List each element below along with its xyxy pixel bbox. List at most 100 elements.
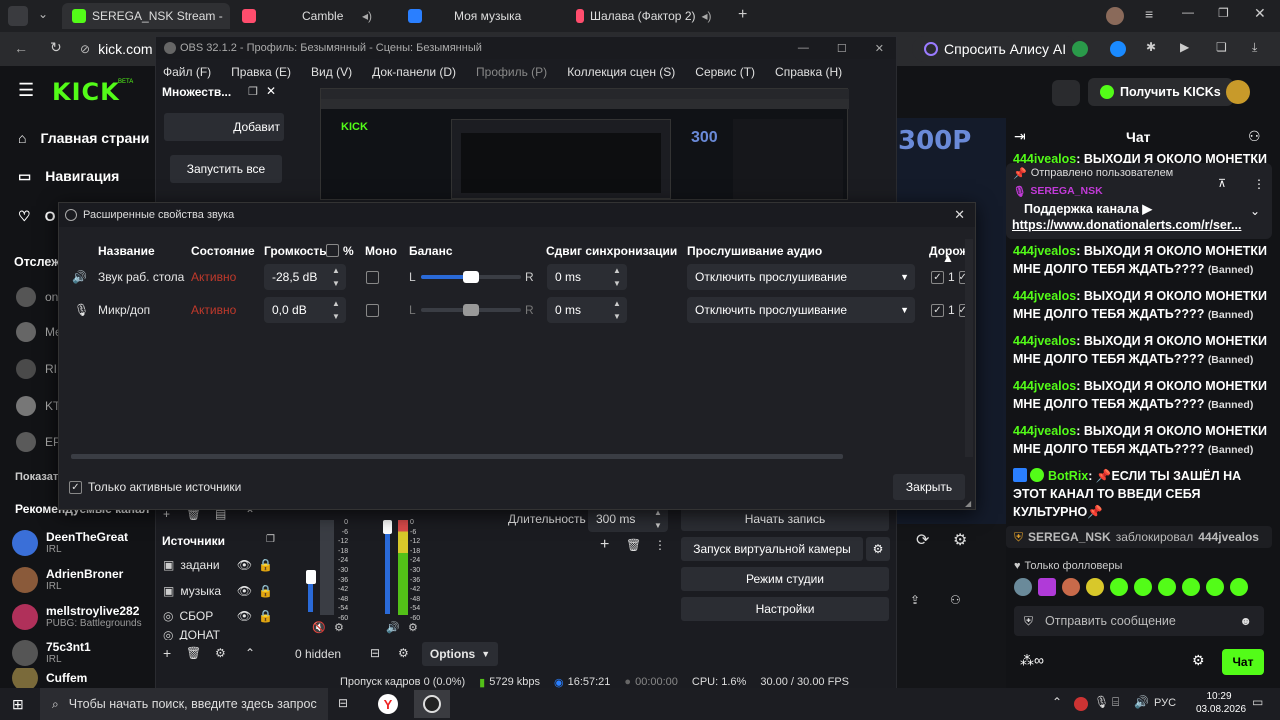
browser-menu-icon[interactable] [8,6,28,26]
taskbar-search[interactable]: ⌕ Чтобы начать поиск, введите здесь запр… [40,688,328,720]
track-1-toggle[interactable]: ✓ 1 ✓ [931,264,967,290]
obs-preview[interactable]: KICK 300 [320,88,849,200]
followed-channel-row[interactable] [16,359,36,379]
dock-float-icon[interactable]: ❐ [248,85,258,98]
dock-close-icon[interactable]: ✕ [266,84,276,98]
sidebar-item-home[interactable]: ⌂ Главная страни [0,118,160,158]
kick-logo[interactable]: KICK [52,78,120,106]
start-recording-button[interactable]: Начать запись [681,507,889,531]
recommended-channel[interactable]: DeenTheGreat IRL [12,524,162,562]
pinned-more-icon[interactable]: ⋮ [1253,177,1265,191]
emote-icon[interactable] [1158,578,1176,596]
chat-username[interactable]: BotRix [1048,469,1088,483]
resize-grip-icon[interactable]: ◢ [965,499,971,508]
spin-arrows-icon[interactable]: ▲ ▼ [607,264,627,290]
source-item[interactable]: ▣ задани 👁 🔒 [163,553,273,577]
balance-slider[interactable] [421,271,521,283]
menu-docks[interactable]: Док-панели (D) [372,65,456,79]
visibility-eye-icon[interactable]: 👁 [237,558,252,572]
tab-kick-stream[interactable]: SEREGA_NSK Stream - [62,3,230,29]
source-add-icon[interactable]: + [163,645,171,661]
multiview-add-button[interactable]: Добавит [164,113,284,141]
chat-extras-icon[interactable]: ⁂∞ [1020,652,1044,669]
mono-checkbox[interactable] [366,271,379,284]
recommended-channel[interactable]: AdrienBroner IRL [12,561,162,599]
chat-username[interactable]: 444jvealos [1013,334,1076,348]
horizontal-scrollbar[interactable] [71,454,843,459]
clip-icon[interactable]: ⟳ [916,530,929,550]
tray-mic-icon[interactable]: 🎙 [1094,695,1109,709]
only-active-row[interactable]: ✓ Только активные источники [69,480,241,494]
media-icon[interactable]: ▶ [1180,40,1189,54]
sync-offset-spinbox[interactable]: 0 ms ▲ ▼ [547,297,627,323]
dialog-close-icon[interactable]: ✕ [954,207,965,223]
sidebar-item-browse[interactable]: ▭ Навигация [0,156,160,196]
mixer-channel-settings-icon[interactable]: ⚙ [408,621,418,634]
monitoring-dropdown[interactable]: Отключить прослушивание ▼ [687,264,915,290]
alice-button[interactable]: Спросить Алису AI [912,36,1079,62]
vertical-scrollbar[interactable] [965,239,973,457]
profile-avatar[interactable] [1106,7,1124,25]
tab-cambl[interactable]: Camble ◂) [232,3,382,29]
balance-slider[interactable] [421,304,521,316]
emote-icon[interactable] [1038,578,1056,596]
visibility-eye-icon[interactable]: 👁 [237,584,252,598]
visibility-eye-icon[interactable]: 👁 [237,609,252,623]
followed-channel-row[interactable] [16,396,36,416]
lock-icon[interactable]: 🔒 [258,609,273,623]
chat-username[interactable]: 444jvealos [1013,289,1076,303]
mixer-layout-icon[interactable]: ⊟ [370,646,380,660]
monitoring-dropdown[interactable]: Отключить прослушивание ▼ [687,297,915,323]
taskbar-clock[interactable]: 10:29 03.08.2026 [1196,690,1246,716]
new-tab-icon[interactable]: + [738,6,747,24]
chat-users-icon[interactable]: ⚇ [1248,128,1261,145]
obs-maximize-icon[interactable]: ☐ [837,42,847,55]
transition-remove-icon[interactable]: 🗑 [626,538,641,552]
chat-settings-icon[interactable]: ⚙ [1192,652,1205,669]
spin-arrows-icon[interactable]: ▲ ▼ [326,264,346,290]
start-icon[interactable]: ⊞ [12,696,24,713]
options-dropdown[interactable]: Options ▼ [422,642,498,666]
transition-add-icon[interactable]: + [600,536,609,554]
obs-taskbar-icon[interactable] [414,690,450,718]
url-field[interactable]: ⊘ kick.com [80,36,160,62]
extension-icon-1[interactable] [1072,41,1088,57]
tab-shalava[interactable]: Шалава (Фактор 2) ◂) [566,3,731,29]
balance-slider-handle[interactable] [463,271,479,283]
followed-channel-row[interactable] [16,287,36,307]
source-settings-icon[interactable]: ⚙ [215,646,226,660]
mixer-link-icon[interactable]: ⚙ [398,646,409,660]
volume-spinbox[interactable]: -28,5 dB ▲ ▼ [264,264,346,290]
mixer-channel-settings-icon[interactable]: ⚙ [334,621,344,634]
mixer-fader[interactable] [306,570,316,584]
pin-toggle-icon[interactable]: ⊼ [1218,177,1226,190]
spin-arrows-icon[interactable]: ▲ ▼ [326,297,346,323]
balance-slider-handle[interactable] [463,304,479,316]
user-avatar[interactable] [1226,80,1250,104]
extensions-icon[interactable]: ✱ [1146,40,1156,54]
menu-edit[interactable]: Правка (E) [231,65,291,79]
obs-close-icon[interactable]: ✕ [875,42,884,55]
obs-minimize-icon[interactable]: — [798,42,809,54]
pinned-link[interactable]: https://www.donationalerts.com/r/ser... [1012,218,1252,232]
tab-music[interactable]: Моя музыка [398,3,560,29]
inventory-icon[interactable] [1052,80,1080,106]
dialog-close-button[interactable]: Закрыть [893,474,965,500]
minimize-icon[interactable]: — [1182,5,1194,19]
tab-list-chevron-icon[interactable]: ⌄ [38,7,48,21]
emoji-picker-icon[interactable]: ☻ [1239,614,1252,628]
start-all-button[interactable]: Запустить все [170,155,282,183]
menu-file[interactable]: Файл (F) [163,65,211,79]
transition-more-icon[interactable]: ⋮ [654,538,666,552]
followed-channel-row[interactable] [16,322,36,342]
tray-network-icon[interactable]: ⌸ [1112,695,1119,710]
start-virtual-camera-button[interactable]: Запуск виртуальной камеры [681,537,863,561]
lock-icon[interactable]: 🔒 [258,558,273,572]
emote-icon[interactable] [1062,578,1080,596]
hamburger-icon[interactable]: ☰ [18,80,34,101]
collections-icon[interactable]: ❏ [1216,40,1227,54]
only-active-checkbox[interactable]: ✓ [69,480,82,494]
tray-volume-icon[interactable]: 🔊 [1134,695,1149,709]
emote-icon[interactable] [1014,578,1032,596]
close-window-icon[interactable]: ✕ [1254,5,1266,22]
